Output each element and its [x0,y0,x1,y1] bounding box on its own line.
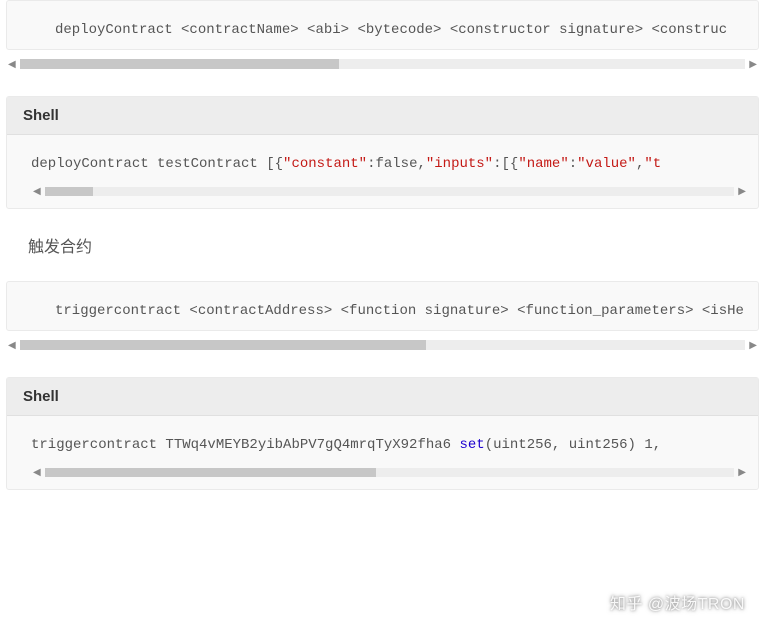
scroll-left-icon[interactable]: ◀ [6,59,18,70]
scrollbar-block3[interactable]: ◀ ▶ [6,337,759,353]
code-line: triggercontract TTWq4vMEYB2yibAbPV7gQ4mr… [31,434,748,456]
code-line: triggercontract <contractAddress> <funct… [55,300,748,322]
section-title: 触发合约 [28,233,765,257]
code-body: triggercontract TTWq4vMEYB2yibAbPV7gQ4mr… [7,416,758,488]
code-header: Shell [7,378,758,416]
scroll-left-icon[interactable]: ◀ [31,186,43,197]
code-block-trigger-usage: triggercontract <contractAddress> <funct… [6,281,759,331]
code-body: deployContract testContract [{"constant"… [7,135,758,207]
string-literal: "value" [577,156,636,172]
code-body: triggercontract <contractAddress> <funct… [7,282,758,330]
scroll-thumb[interactable] [45,187,93,196]
code-line: deployContract testContract [{"constant"… [31,153,748,175]
scroll-track[interactable] [20,59,746,69]
code-line: deployContract <contractName> <abi> <byt… [55,19,748,41]
code-block-deploy-usage: deployContract <contractName> <abi> <byt… [6,0,759,50]
scrollbar-block2[interactable]: ◀ ▶ [31,184,748,200]
string-literal: "constant" [283,156,367,172]
scroll-right-icon[interactable]: ▶ [736,186,748,197]
string-literal: "name" [518,156,568,172]
scroll-left-icon[interactable]: ◀ [31,467,43,478]
code-header: Shell [7,97,758,135]
code-block-trigger-example: Shell triggercontract TTWq4vMEYB2yibAbPV… [6,377,759,489]
code-body: deployContract <contractName> <abi> <byt… [7,1,758,49]
code-text: triggercontract TTWq4vMEYB2yibAbPV7gQ4mr… [31,437,459,453]
scroll-thumb[interactable] [45,468,376,477]
code-text: :[{ [493,156,518,172]
string-literal: "inputs" [426,156,493,172]
string-literal: "t [644,156,661,172]
scroll-thumb[interactable] [20,59,339,69]
watermark: 知乎 @波场TRON [610,590,745,614]
code-text: deployContract testContract [{ [31,156,283,172]
scroll-track[interactable] [45,468,735,477]
code-text: (uint256, uint256) 1, [485,437,661,453]
scroll-right-icon[interactable]: ▶ [747,59,759,70]
scroll-thumb[interactable] [20,340,426,350]
code-text: : [569,156,577,172]
scrollbar-block1[interactable]: ◀ ▶ [6,56,759,72]
code-block-deploy-example: Shell deployContract testContract [{"con… [6,96,759,208]
scroll-left-icon[interactable]: ◀ [6,340,18,351]
scroll-right-icon[interactable]: ▶ [747,340,759,351]
keyword: set [459,437,484,453]
code-text: :false, [367,156,426,172]
scroll-right-icon[interactable]: ▶ [736,467,748,478]
scroll-track[interactable] [20,340,746,350]
scroll-track[interactable] [45,187,735,196]
scrollbar-block4[interactable]: ◀ ▶ [31,465,748,481]
